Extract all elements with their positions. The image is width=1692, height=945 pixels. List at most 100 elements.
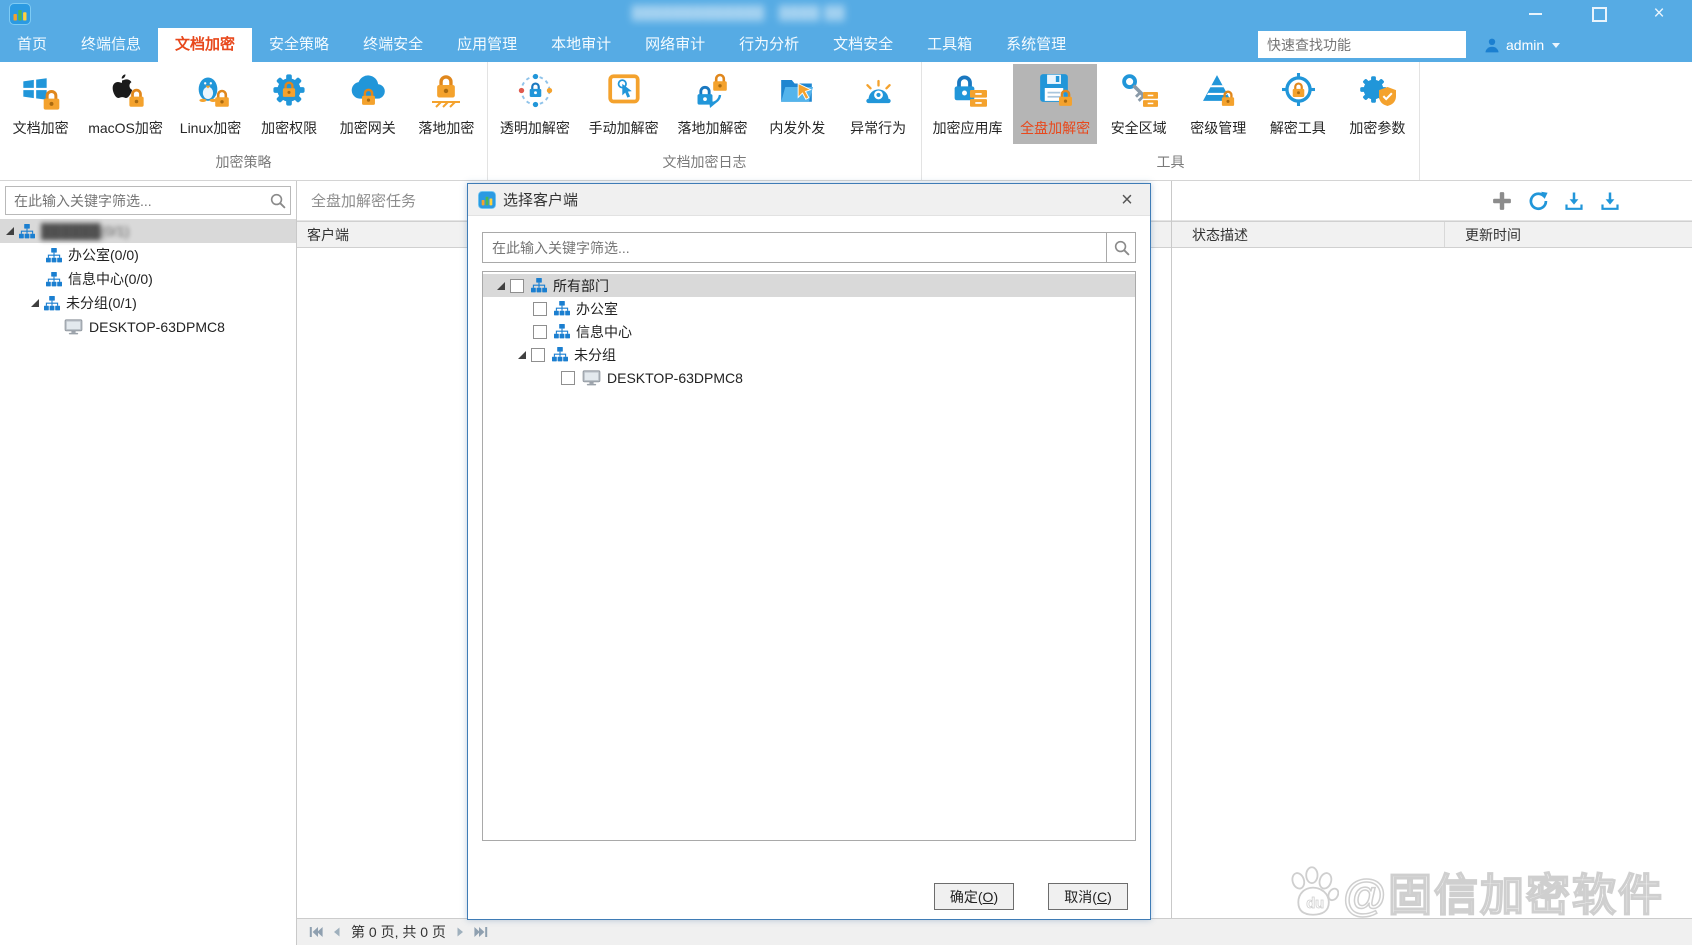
pagination-bar: 第 0 页, 共 0 页 [297,918,1692,945]
maximize-icon [1592,7,1607,22]
user-icon [1484,37,1500,53]
tree-node-desktop-63dpmc8[interactable]: DESKTOP-63DPMC8 [0,315,296,339]
close-button[interactable]: × [1636,0,1682,28]
chevron-down-icon [1552,43,1560,48]
hand-tap-icon [602,69,646,113]
tree-filter-input[interactable] [6,187,290,214]
ribbon-item-decryption-tool[interactable]: 解密工具 [1260,64,1336,144]
ribbon-item-linux-encryption[interactable]: Linux加密 [173,64,249,144]
add-task-icon[interactable] [1492,191,1512,211]
pyramid-lock-icon [1196,69,1240,113]
tab-app-management[interactable]: 应用管理 [440,28,534,62]
checkbox-ungrouped[interactable] [531,348,545,362]
dialog-filter-input[interactable] [483,233,1135,262]
first-page-icon[interactable] [309,926,323,938]
tab-security-policy[interactable]: 安全策略 [252,28,346,62]
ribbon-item-landing-encryption-log[interactable]: 落地加解密 [670,64,754,144]
ribbon-item-document-encryption[interactable]: 文档加密 [3,64,79,144]
lock-cabinet-icon [946,69,990,113]
tree-node-root[interactable]: ██████(0/1) [0,219,296,243]
ribbon-group-encryption-logs: 透明加解密 手动加解密 落地加解密 内发外发 异常行为 文档加密日志 [488,62,922,180]
tab-system-management[interactable]: 系统管理 [989,28,1083,62]
minimize-button[interactable] [1512,0,1558,28]
ribbon-item-encryption-permissions[interactable]: 加密权限 [251,64,327,144]
checkbox-desktop-63dpmc8[interactable] [561,371,575,385]
main-menu-bar: 首页 终端信息 文档加密 安全策略 终端安全 应用管理 本地审计 网络审计 行为… [0,28,1692,62]
siren-alarm-icon [856,69,900,113]
expand-collapse-icon[interactable] [31,299,39,307]
ribbon-item-encrypted-app-library[interactable]: 加密应用库 [926,64,1010,144]
key-cabinet-icon [1117,69,1161,113]
locks-swap-icon [690,69,734,113]
ribbon-item-internal-external-send[interactable]: 内发外发 [759,64,835,144]
ribbon-item-encryption-parameters[interactable]: 加密参数 [1339,64,1415,144]
import-icon[interactable] [1600,191,1620,211]
expand-collapse-icon[interactable] [497,282,505,290]
computer-icon [64,319,83,335]
department-icon [46,248,62,263]
checkbox-info-center[interactable] [533,325,547,339]
tab-terminal-info[interactable]: 终端信息 [64,28,158,62]
tree-node-info-center[interactable]: 信息中心(0/0) [0,267,296,291]
tab-toolbox[interactable]: 工具箱 [910,28,989,62]
dialog-tree-node-info-center[interactable]: 信息中心 [483,320,1135,343]
checkbox-office[interactable] [533,302,547,316]
ribbon-spacer [1420,62,1692,180]
tree-node-label: DESKTOP-63DPMC8 [89,319,225,335]
checkbox-all-departments[interactable] [510,279,524,293]
column-header-status[interactable]: 状态描述 [1172,222,1445,247]
tree-node-ungrouped[interactable]: 未分组(0/1) [0,291,296,315]
tree-node-office[interactable]: 办公室(0/0) [0,243,296,267]
user-menu[interactable]: admin [1484,28,1560,62]
ribbon-item-encryption-gateway[interactable]: 加密网关 [330,64,406,144]
dialog-tree-node-all-departments[interactable]: 所有部门 [483,274,1135,297]
ribbon-toolbar: 文档加密 macOS加密 Linux加密 加密权限 加密网关 落地加密 [0,62,1692,181]
next-page-icon[interactable] [453,926,467,938]
maximize-button[interactable] [1576,0,1622,28]
export-icon[interactable] [1564,191,1584,211]
expand-collapse-icon[interactable] [518,351,526,359]
ok-button[interactable]: 确定(O) [934,883,1014,910]
previous-page-icon[interactable] [330,926,344,938]
ribbon-item-transparent-encryption-log[interactable]: 透明加解密 [493,64,577,144]
quick-search-input[interactable] [1258,31,1466,58]
tab-document-encryption[interactable]: 文档加密 [158,28,252,62]
dialog-search-button[interactable] [1106,233,1135,262]
pagination-label: 第 0 页, 共 0 页 [351,922,446,942]
panel-title: 全盘加解密任务 [311,190,416,211]
ribbon-item-full-disk-encryption[interactable]: 全盘加解密 [1013,64,1097,144]
task-status-panel: 状态描述 更新时间 [1171,181,1692,918]
ribbon-item-abnormal-behavior[interactable]: 异常行为 [840,64,916,144]
dialog-close-button[interactable]: × [1114,187,1140,213]
ribbon-group-label: 加密策略 [0,150,487,180]
minimize-icon [1529,13,1542,15]
ribbon-item-landing-encryption[interactable]: 落地加密 [408,64,484,144]
department-icon [46,272,62,287]
refresh-icon[interactable] [1528,191,1548,211]
tab-document-security[interactable]: 文档安全 [816,28,910,62]
disk-lock-icon [1033,69,1077,113]
ribbon-item-macos-encryption[interactable]: macOS加密 [81,64,170,144]
expand-collapse-icon[interactable] [6,227,14,235]
dialog-tree-node-ungrouped[interactable]: 未分组 [483,343,1135,366]
orbit-lock-icon [513,69,557,113]
ribbon-item-manual-encryption-log[interactable]: 手动加解密 [582,64,666,144]
ribbon-item-security-zone[interactable]: 安全区域 [1101,64,1177,144]
column-header-update-time[interactable]: 更新时间 [1445,222,1692,247]
tab-network-audit[interactable]: 网络审计 [628,28,722,62]
last-page-icon[interactable] [474,926,488,938]
ribbon-group-label: 文档加密日志 [488,150,921,180]
tab-home[interactable]: 首页 [0,28,64,62]
tab-terminal-security[interactable]: 终端安全 [346,28,440,62]
cancel-button[interactable]: 取消(C) [1048,883,1128,910]
search-icon [1113,239,1130,256]
app-window: { "titlebar": { "blurred_title": "██████… [0,0,1692,945]
ribbon-item-classification-management[interactable]: 密级管理 [1180,64,1256,144]
dialog-titlebar: 选择客户端 × [468,184,1150,216]
tab-behavior-analysis[interactable]: 行为分析 [722,28,816,62]
dialog-tree-node-desktop-63dpmc8[interactable]: DESKTOP-63DPMC8 [483,366,1135,389]
search-icon[interactable] [269,192,286,209]
tab-local-audit[interactable]: 本地审计 [534,28,628,62]
tree-filter-box [5,186,291,215]
dialog-tree-node-office[interactable]: 办公室 [483,297,1135,320]
